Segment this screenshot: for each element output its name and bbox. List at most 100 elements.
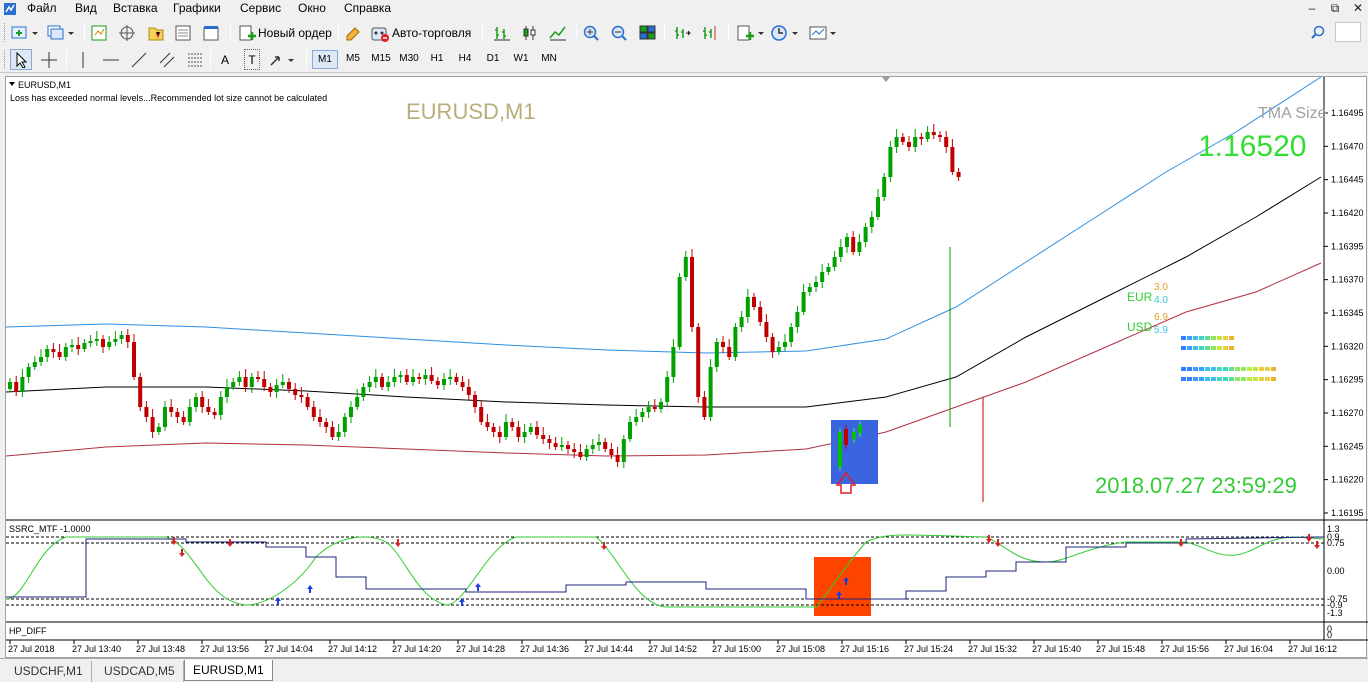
strategy-tester-button[interactable] <box>202 22 222 43</box>
metaeditor-button[interactable] <box>344 22 364 43</box>
menu-insert[interactable]: Вставка <box>110 1 161 17</box>
price-label: 1.16295 <box>1331 375 1364 385</box>
close-icon[interactable]: ✕ <box>1349 1 1367 17</box>
trendline-button[interactable] <box>130 49 148 70</box>
timeframe-h1-button[interactable]: H1 <box>424 50 450 69</box>
price-chart[interactable]: 1.16495 1.16470 1.16445 1.16420 1.16395 1.163… <box>6 77 1368 659</box>
price-label: 1.16395 <box>1331 241 1364 251</box>
arrows-button[interactable] <box>268 49 298 70</box>
timeframe-m5-button[interactable]: M5 <box>340 50 366 69</box>
profiles-button[interactable] <box>46 22 76 43</box>
candle <box>845 233 849 253</box>
candle <box>169 399 174 417</box>
chart-window[interactable]: 1.16495 1.16470 1.16445 1.16420 1.16395 1.163… <box>5 76 1368 659</box>
periods-button[interactable] <box>770 22 800 43</box>
search-icon[interactable] <box>1310 25 1326 41</box>
timeframe-m30-button[interactable]: M30 <box>396 50 422 69</box>
zoom-out-button[interactable] <box>610 22 630 43</box>
price-label: 1.16320 <box>1331 341 1364 351</box>
vertical-line-button[interactable] <box>74 49 92 70</box>
timeframe-m1-button[interactable]: M1 <box>312 50 338 69</box>
minimize-icon[interactable]: – <box>1303 1 1321 17</box>
channel-icon <box>159 52 175 67</box>
menu-tools[interactable]: Сервис <box>237 1 284 17</box>
search-input[interactable] <box>1335 22 1361 42</box>
zoom-in-button[interactable] <box>582 22 602 43</box>
symbol-watermark: EURUSD,M1 <box>406 99 536 124</box>
chart-shift-button[interactable] <box>700 22 720 43</box>
autotrading-button[interactable]: Авто-торговля <box>370 22 471 43</box>
up-arrow-icon <box>275 597 281 605</box>
equidistant-channel-button[interactable] <box>158 49 178 70</box>
candle <box>863 223 868 247</box>
text-tool-button[interactable]: A <box>218 49 232 70</box>
timeframe-d1-button[interactable]: D1 <box>480 50 506 69</box>
autoscroll-button[interactable] <box>672 22 692 43</box>
timeframe-mn-button[interactable]: MN <box>536 50 562 69</box>
candle <box>299 387 304 403</box>
time-label: 27 Jul 15:16 <box>840 644 889 654</box>
menu-file[interactable]: Файл <box>24 1 60 17</box>
restore-icon[interactable]: ⧉ <box>1326 1 1344 17</box>
text-label-tool-button[interactable]: T <box>244 49 260 70</box>
menu-charts[interactable]: Графики <box>170 1 224 17</box>
candle <box>45 345 50 362</box>
candle <box>274 379 279 398</box>
candle <box>249 373 254 393</box>
candlestick-button[interactable] <box>520 22 540 43</box>
templates-button[interactable] <box>808 22 838 43</box>
time-label: 27 Jul 15:40 <box>1032 644 1081 654</box>
chart-shift-marker-icon[interactable] <box>882 77 890 82</box>
horizontal-line-button[interactable] <box>102 49 120 70</box>
bar-chart-button[interactable] <box>492 22 512 43</box>
chart-menu-triangle-icon[interactable] <box>9 82 15 86</box>
usd-label: USD <box>1127 320 1153 334</box>
strength-cell <box>1235 377 1240 381</box>
tile-windows-icon <box>639 25 656 39</box>
strength-cell <box>1187 346 1192 350</box>
new-chart-button[interactable] <box>10 22 40 43</box>
navigator-button[interactable] <box>146 22 166 43</box>
tile-windows-button[interactable] <box>638 22 658 43</box>
candle <box>94 331 99 346</box>
candle <box>280 374 285 388</box>
cursor-tool-button[interactable] <box>10 49 32 70</box>
timeframe-w1-button[interactable]: W1 <box>508 50 534 69</box>
strength-cell <box>1271 377 1276 381</box>
strength-cell <box>1217 336 1222 340</box>
menu-view[interactable]: Вид <box>72 1 100 17</box>
fibonacci-button[interactable] <box>186 49 206 70</box>
candle <box>138 373 143 411</box>
timeframe-h4-button[interactable]: H4 <box>452 50 478 69</box>
navigator-icon <box>148 27 164 40</box>
new-order-button[interactable]: Новый ордер <box>238 22 332 43</box>
down-arrow-icon <box>1314 541 1320 549</box>
crosshair-tool-button[interactable] <box>40 49 58 70</box>
candle <box>925 126 930 142</box>
terminal-button[interactable] <box>174 22 194 43</box>
candle <box>423 369 428 385</box>
tab-usdcad-m5[interactable]: USDCAD,M5 <box>96 661 184 682</box>
data-window-button[interactable] <box>118 22 138 43</box>
tab-usdchf-m1[interactable]: USDCHF,M1 <box>6 661 92 682</box>
strength-cell <box>1247 367 1252 371</box>
candle <box>950 139 955 175</box>
line-chart-button[interactable] <box>548 22 568 43</box>
timeframe-m15-button[interactable]: M15 <box>368 50 394 69</box>
menu-window[interactable]: Окно <box>295 1 329 17</box>
candle <box>708 359 713 421</box>
terminal-icon <box>175 25 191 40</box>
indicators-button[interactable] <box>736 22 766 43</box>
candle <box>311 401 316 421</box>
candle <box>727 339 732 360</box>
candle <box>851 231 856 255</box>
strength-cell <box>1199 336 1204 340</box>
price-label: 1.16245 <box>1331 441 1364 451</box>
usd-value-1: 6.9 <box>1154 312 1168 323</box>
candle <box>200 391 205 413</box>
market-watch-button[interactable] <box>90 22 110 43</box>
tab-eurusd-m1[interactable]: EURUSD,M1 <box>184 660 273 681</box>
candle <box>497 426 502 443</box>
candle <box>838 239 843 262</box>
menu-help[interactable]: Справка <box>341 1 394 17</box>
